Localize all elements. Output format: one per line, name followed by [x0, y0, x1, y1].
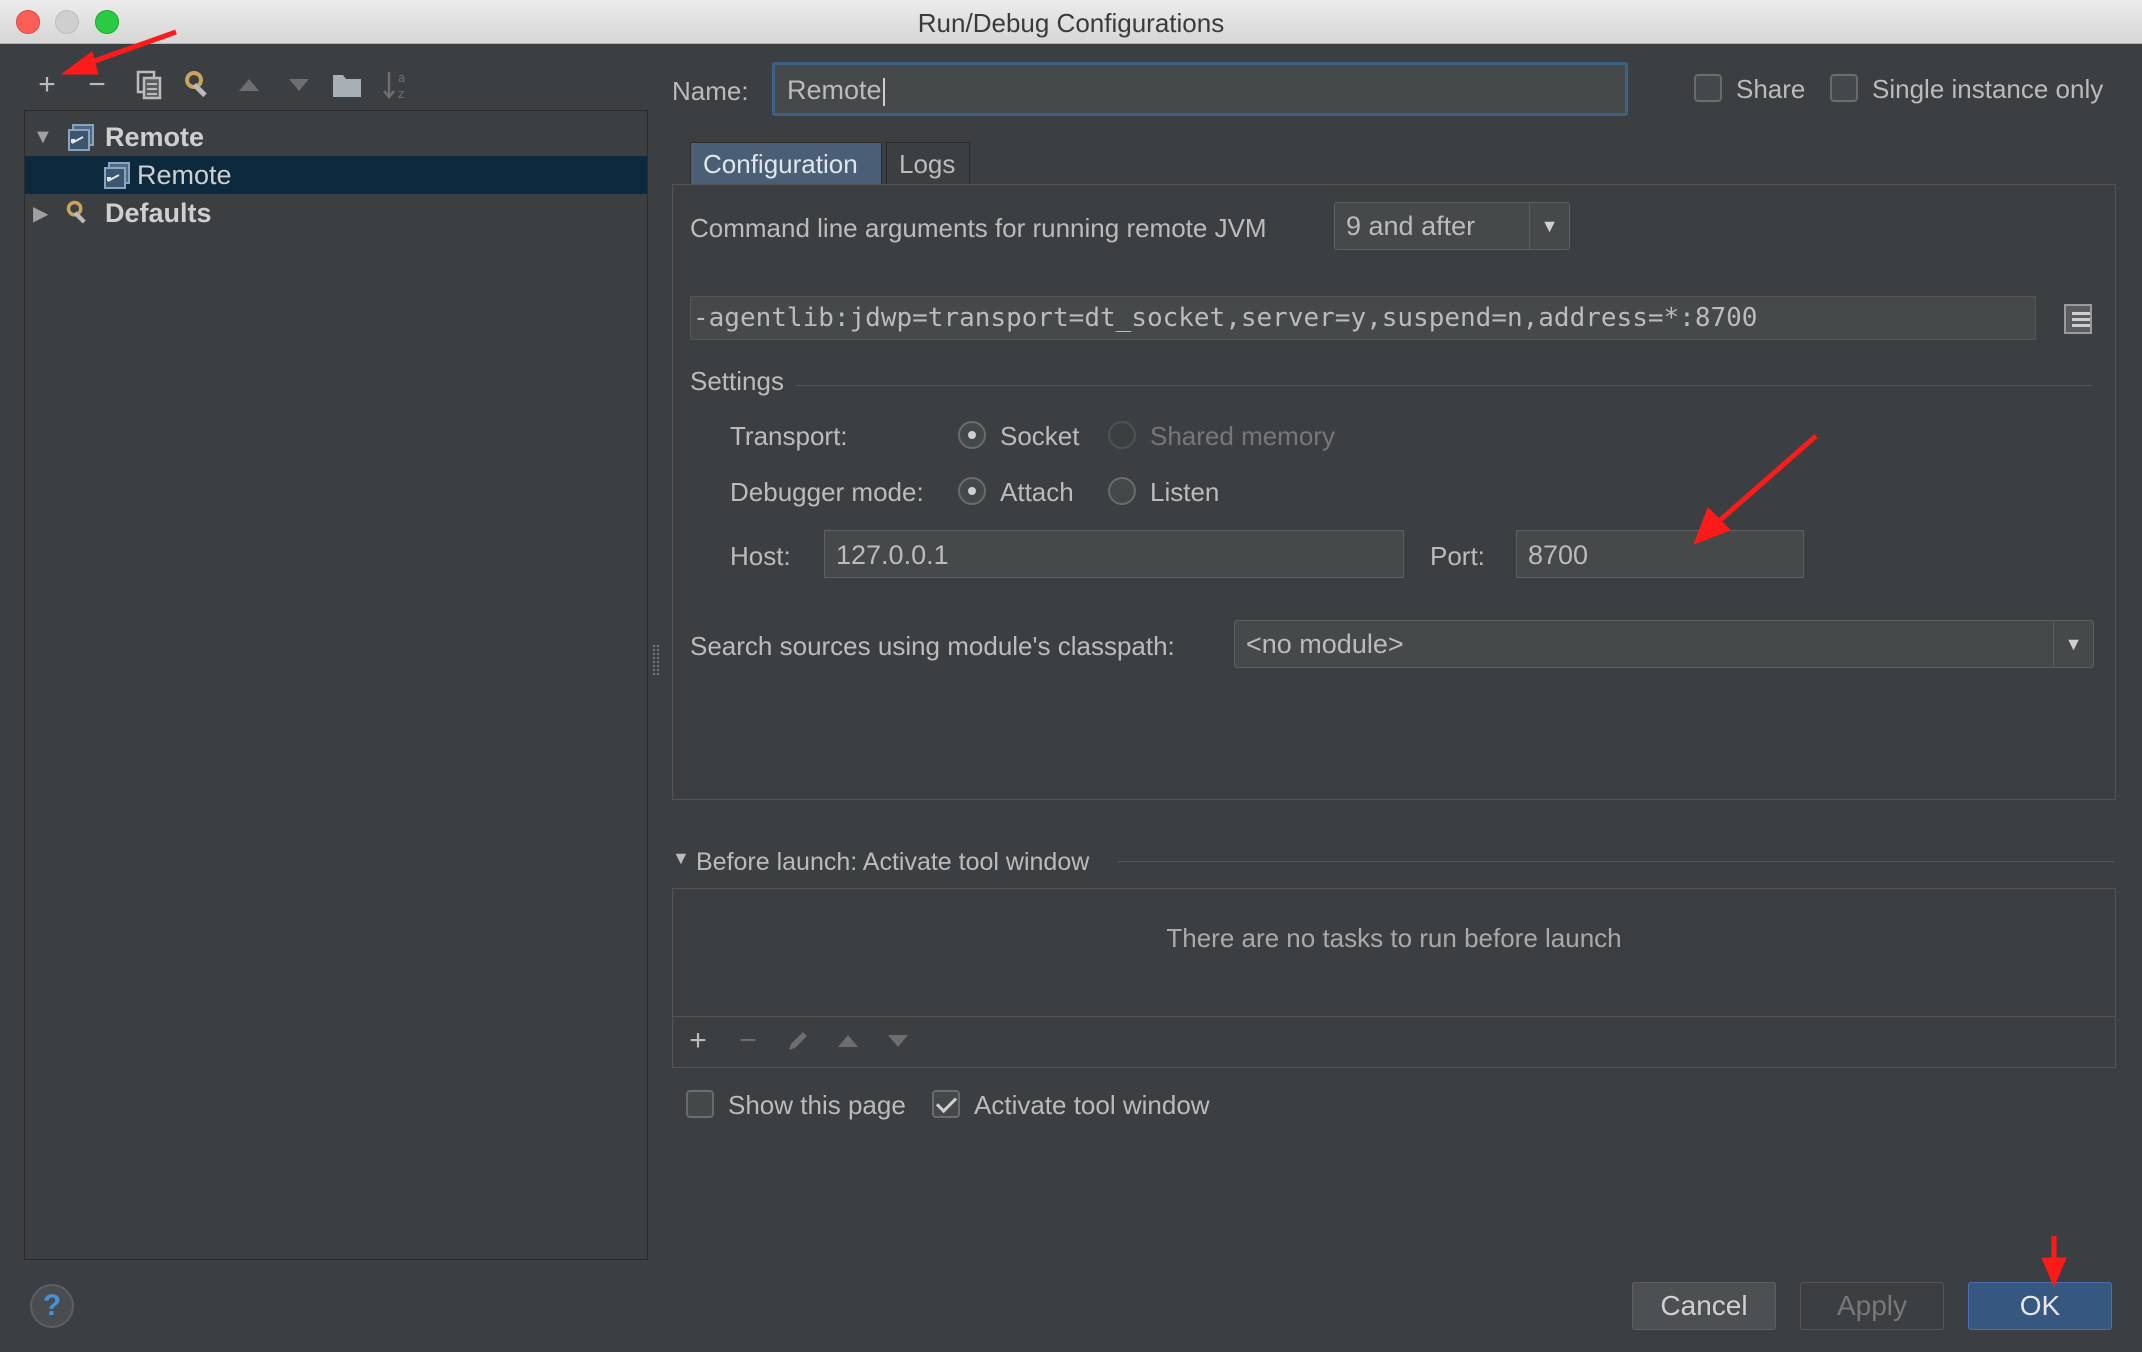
cancel-button[interactable]: Cancel [1632, 1282, 1776, 1330]
jvm-version-select[interactable]: 9 and after ▼ [1334, 202, 1570, 250]
activate-tool-window-checkbox[interactable] [932, 1090, 960, 1118]
settings-section-label: Settings [690, 366, 784, 396]
tree-item-label: Defaults [105, 197, 212, 228]
edit-task-icon[interactable] [782, 1024, 814, 1058]
before-launch-empty-message: There are no tasks to run before launch [1166, 923, 1622, 953]
single-instance-label: Single instance only [1872, 74, 2104, 104]
move-down-icon[interactable] [282, 68, 316, 102]
tree-item-defaults[interactable]: ▶ Defaults [25, 194, 647, 232]
help-button[interactable]: ? [30, 1284, 74, 1328]
host-label: Host: [730, 541, 791, 571]
add-icon[interactable]: + [30, 68, 64, 102]
expanded-arrow-icon[interactable]: ▼ [33, 126, 53, 149]
move-up-icon[interactable] [232, 68, 266, 102]
title-bar: Run/Debug Configurations [0, 0, 2142, 44]
sort-icon[interactable]: az [380, 68, 414, 102]
chevron-down-icon[interactable]: ▼ [1529, 203, 1569, 249]
name-label: Name: [672, 76, 749, 106]
configuration-tree[interactable]: ▼ Remote Remote ▶ Defaults [24, 110, 648, 1260]
debugger-attach-radio[interactable] [958, 477, 986, 505]
move-task-down-icon[interactable] [882, 1024, 914, 1058]
window-title: Run/Debug Configurations [917, 8, 1225, 38]
folder-icon[interactable] [330, 68, 364, 102]
show-this-page-checkbox[interactable] [686, 1090, 714, 1118]
chevron-down-icon[interactable]: ▼ [2053, 621, 2093, 667]
add-task-icon[interactable]: + [682, 1024, 714, 1058]
activate-tool-window-label: Activate tool window [974, 1090, 1210, 1120]
edit-defaults-icon[interactable] [182, 68, 216, 102]
debugger-listen-radio[interactable] [1108, 477, 1136, 505]
debugger-attach-label: Attach [1000, 477, 1074, 507]
remote-icon [104, 162, 130, 189]
jvm-args-field[interactable]: -agentlib:jdwp=transport=dt_socket,serve… [690, 296, 2036, 340]
debugger-mode-label: Debugger mode: [730, 477, 924, 507]
tree-item-remote[interactable]: Remote [25, 156, 647, 194]
tab-logs[interactable]: Logs [886, 142, 970, 184]
text-caret [882, 77, 885, 106]
name-value: Remote [787, 75, 882, 105]
copy-to-clipboard-icon[interactable] [2064, 304, 2092, 334]
settings-divider [796, 385, 2092, 386]
move-task-up-icon[interactable] [832, 1024, 864, 1058]
before-launch-collapse-icon[interactable]: ▼ [672, 848, 690, 869]
copy-config-icon[interactable] [132, 68, 166, 102]
svg-text:a: a [398, 71, 405, 85]
classpath-module-value: <no module> [1246, 629, 1404, 659]
transport-socket-radio[interactable] [958, 421, 986, 449]
debugger-listen-label: Listen [1150, 477, 1220, 507]
apply-button[interactable]: Apply [1800, 1282, 1944, 1330]
port-label: Port: [1430, 541, 1485, 571]
transport-shared-memory-label: Shared memory [1150, 421, 1335, 451]
tree-item-remote-group[interactable]: ▼ Remote [25, 118, 647, 156]
remote-icon [68, 124, 94, 151]
ok-button[interactable]: OK [1968, 1282, 2112, 1330]
tree-item-label: Remote [137, 159, 232, 190]
transport-shared-memory-radio[interactable] [1108, 421, 1136, 449]
jvm-version-value: 9 and after [1346, 211, 1476, 241]
name-field[interactable]: Remote [772, 62, 1628, 116]
remove-task-icon[interactable]: − [732, 1024, 764, 1058]
remove-icon[interactable]: − [80, 68, 114, 102]
annotation-arrow-ok [2041, 1236, 2067, 1288]
host-field[interactable]: 127.0.0.1 [824, 530, 1404, 578]
wrench-icon [66, 200, 86, 224]
before-launch-title: Before launch: Activate tool window [696, 848, 1090, 876]
classpath-label: Search sources using module's classpath: [690, 631, 1175, 661]
panel-splitter[interactable] [653, 645, 659, 675]
share-checkbox[interactable] [1694, 74, 1722, 102]
transport-socket-label: Socket [1000, 421, 1080, 451]
tab-configuration[interactable]: Configuration [690, 142, 882, 184]
tree-item-label: Remote [105, 121, 205, 152]
share-label: Share [1736, 74, 1806, 104]
port-field[interactable]: 8700 [1516, 530, 1804, 578]
transport-label: Transport: [730, 421, 848, 451]
collapsed-arrow-icon[interactable]: ▶ [33, 201, 53, 226]
single-instance-checkbox[interactable] [1830, 74, 1858, 102]
jvm-args-label: Command line arguments for running remot… [690, 213, 1267, 243]
show-this-page-label: Show this page [728, 1090, 906, 1120]
classpath-module-select[interactable]: <no module> ▼ [1234, 620, 2094, 668]
svg-text:z: z [398, 87, 404, 101]
before-launch-divider [1118, 861, 2114, 862]
